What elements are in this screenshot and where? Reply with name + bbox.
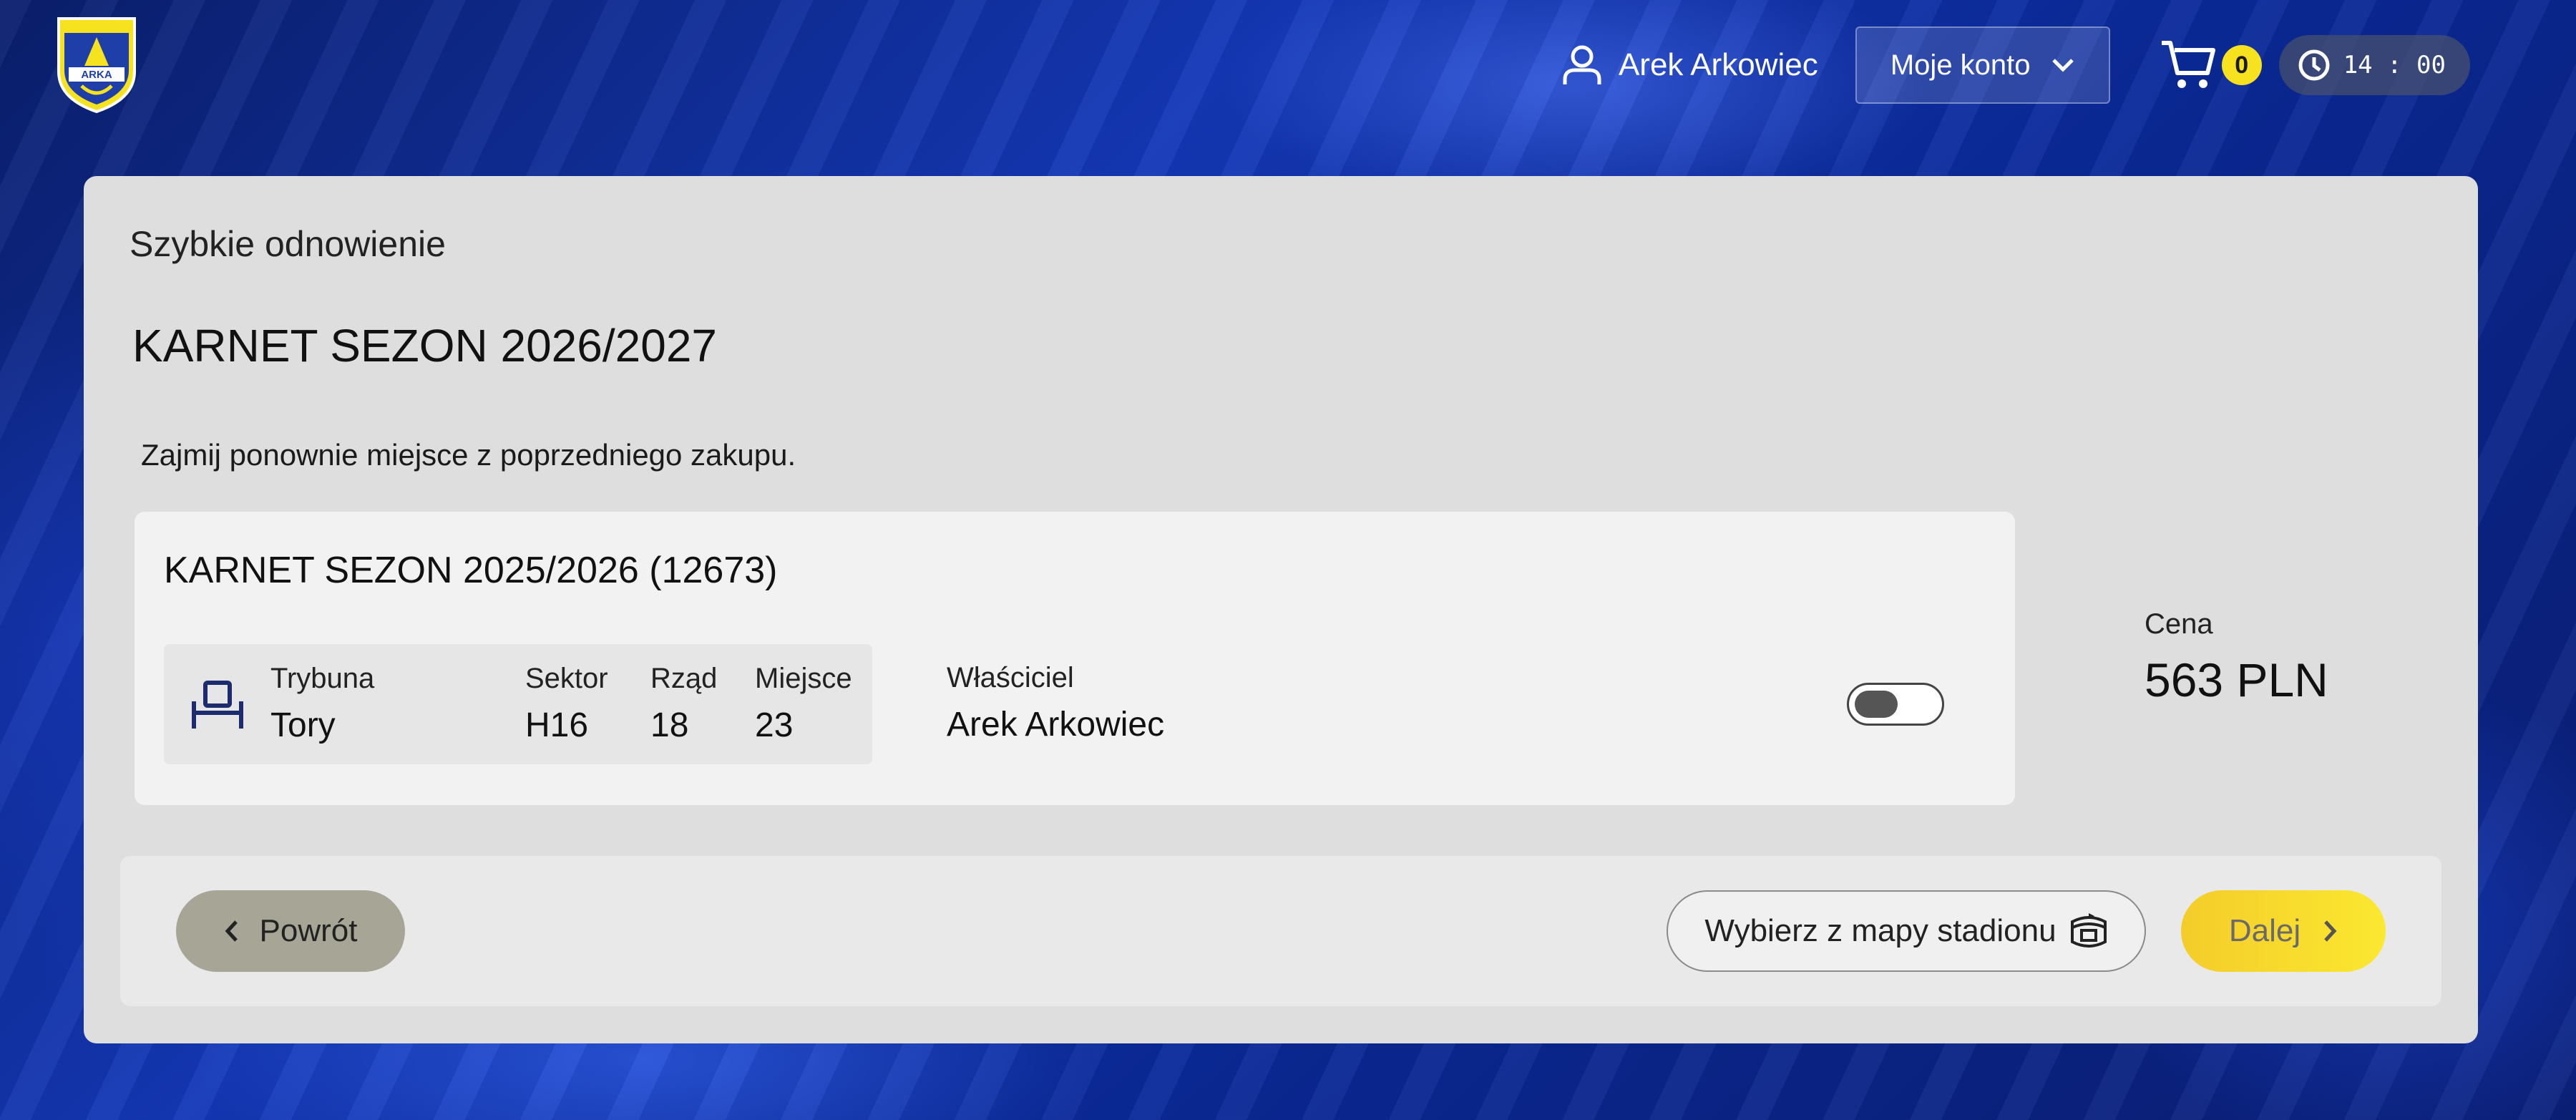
action-bar: Powrót Wybierz z mapy stadionu Dalej [120, 856, 2441, 1006]
seat-label: Miejsce [755, 663, 852, 694]
cart-button[interactable]: 0 [2160, 39, 2262, 92]
owner-value: Arek Arkowiec [947, 706, 1165, 744]
club-logo[interactable]: ARKA [56, 16, 137, 115]
session-timer: 14 : 00 [2278, 35, 2470, 95]
seat-icon [192, 681, 243, 729]
back-button[interactable]: Powrót [176, 890, 405, 972]
renewal-toggle[interactable] [1847, 683, 1944, 726]
toggle-knob [1855, 691, 1898, 718]
chevron-right-icon [2324, 920, 2337, 942]
stand-value: Tory [270, 706, 336, 744]
panel-subtitle: Szybkie odnowienie [130, 224, 446, 264]
stadium-icon [2070, 913, 2107, 948]
chevron-left-icon [225, 920, 238, 942]
previous-ticket-card: KARNET SEZON 2025/2026 (12673) Trybuna T… [135, 512, 2015, 805]
user-icon [1563, 45, 1601, 84]
next-button[interactable]: Dalej [2181, 890, 2386, 972]
my-account-button[interactable]: Moje konto [1855, 26, 2110, 104]
sector-label: Sektor [525, 663, 608, 694]
panel-description: Zajmij ponownie miejsce z poprzedniego z… [141, 438, 796, 472]
price-label: Cena [2145, 608, 2213, 640]
shopping-cart-icon [2161, 41, 2215, 88]
row-value: 18 [650, 706, 689, 744]
arka-club-crest-icon: ARKA [57, 17, 136, 114]
user-name: Arek Arkowiec [1618, 47, 1818, 82]
back-button-label: Powrót [259, 913, 358, 948]
choose-from-stadium-map-button[interactable]: Wybierz z mapy stadionu [1667, 890, 2146, 972]
price-value: 563 PLN [2145, 653, 2328, 706]
seat-value: 23 [755, 706, 794, 744]
user-menu[interactable]: Arek Arkowiec [1561, 44, 1818, 87]
timer-value: 14 : 00 [2343, 51, 2446, 79]
owner-label: Właściciel [947, 662, 1074, 693]
svg-text:ARKA: ARKA [81, 69, 112, 81]
seat-details: Trybuna Tory Sektor H16 Rząd 18 Miejsce … [164, 644, 872, 764]
header-toolbar: Arek Arkowiec Moje konto 0 14 : 00 [1561, 26, 2470, 104]
sector-value: H16 [525, 706, 589, 744]
stand-label: Trybuna [270, 663, 375, 694]
next-button-label: Dalej [2228, 913, 2301, 948]
chevron-down-icon [2051, 59, 2074, 72]
quick-renewal-panel: Szybkie odnowienie KARNET SEZON 2026/202… [84, 176, 2478, 1043]
clock-icon [2298, 49, 2330, 81]
row-label: Rząd [650, 663, 718, 694]
map-button-label: Wybierz z mapy stadionu [1704, 913, 2057, 948]
my-account-label: Moje konto [1890, 49, 2031, 81]
previous-ticket-title: KARNET SEZON 2025/2026 (12673) [164, 550, 778, 591]
cart-count-badge: 0 [2221, 45, 2262, 85]
page-title: KARNET SEZON 2026/2027 [132, 320, 717, 371]
